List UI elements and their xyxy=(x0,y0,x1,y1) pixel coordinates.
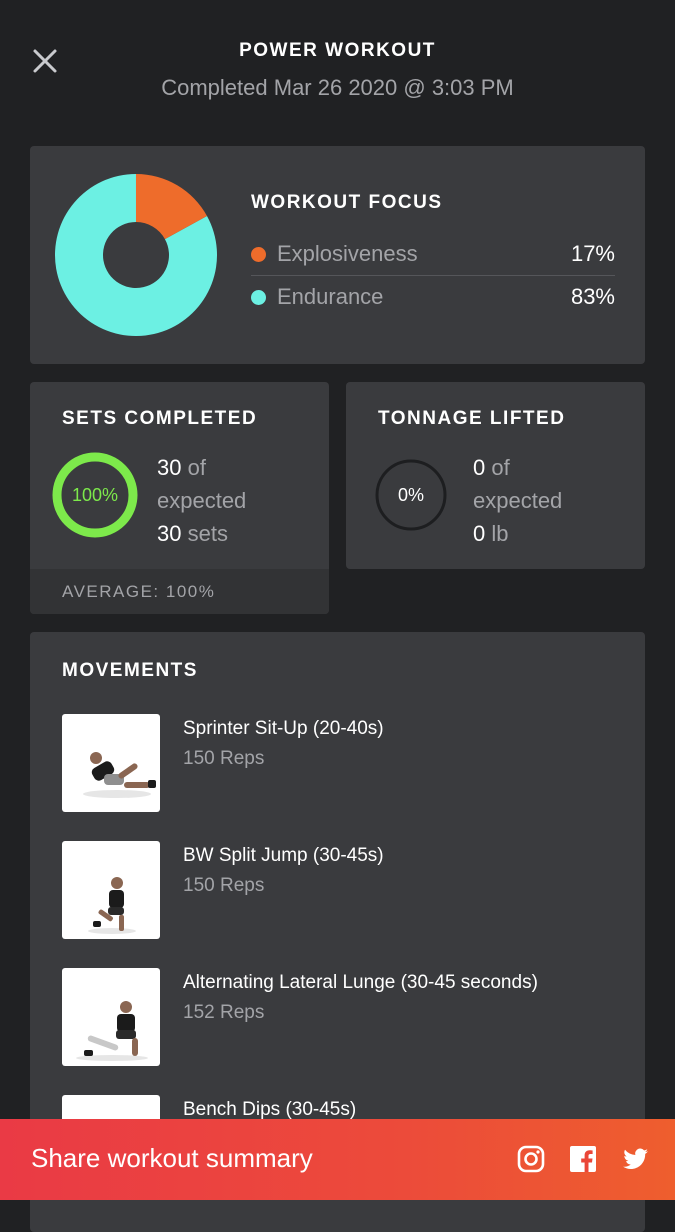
tonnage-total: 0 xyxy=(473,521,486,546)
sets-average: AVERAGE: 100% xyxy=(30,569,329,614)
facebook-icon[interactable] xyxy=(568,1144,598,1174)
sets-completed-heading: SETS COMPLETED xyxy=(62,408,258,429)
tonnage-expected: expected xyxy=(473,488,563,513)
page-title: POWER WORKOUT xyxy=(239,40,436,61)
focus-label-explosiveness: Explosiveness xyxy=(277,241,418,266)
movement-name: BW Split Jump (30-45s) xyxy=(183,845,384,866)
share-bar: Share workout summary xyxy=(0,1119,675,1200)
movement-thumbnail xyxy=(62,841,160,939)
movement-reps: 150 Reps xyxy=(183,748,265,769)
sets-count: 30 xyxy=(157,455,182,480)
sets-total: 30 xyxy=(157,521,182,546)
tonnage-unit: lb xyxy=(491,521,509,546)
sets-ring-label: 100% xyxy=(72,485,118,505)
movement-item[interactable]: BW Split Jump (30-45s) 150 Reps xyxy=(62,841,622,939)
instagram-icon[interactable] xyxy=(516,1144,546,1174)
movement-name: Sprinter Sit-Up (20-40s) xyxy=(183,718,384,739)
movement-item[interactable]: Alternating Lateral Lunge (30-45 seconds… xyxy=(62,968,622,1066)
movement-reps: 150 Reps xyxy=(183,875,265,896)
sets-progress-ring: 100% xyxy=(52,452,138,538)
focus-percent-endurance: 83% xyxy=(570,284,615,309)
sets-expected: expected xyxy=(157,488,247,513)
focus-row-explosiveness: Explosiveness 17% xyxy=(251,233,615,276)
movement-reps: 152 Reps xyxy=(183,1002,265,1023)
tonnage-ring-label: 0% xyxy=(398,485,424,505)
workout-focus-heading: WORKOUT FOCUS xyxy=(251,192,443,213)
tonnage-summary: 0 of expected 0 lb xyxy=(473,451,562,550)
legend-dot-explosiveness xyxy=(251,246,266,262)
focus-row-endurance: Endurance 83% xyxy=(251,276,615,318)
legend-dot-endurance xyxy=(251,289,266,305)
movement-name: Alternating Lateral Lunge (30-45 seconds… xyxy=(183,972,538,993)
tonnage-lifted-card: TONNAGE LIFTED 0% 0 of expected 0 lb xyxy=(346,382,645,569)
movement-item[interactable]: Sprinter Sit-Up (20-40s) 150 Reps xyxy=(62,714,622,812)
completed-timestamp: Completed Mar 26 2020 @ 3:03 PM xyxy=(161,75,514,100)
share-workout-summary-button[interactable]: Share workout summary xyxy=(31,1143,313,1174)
twitter-icon[interactable] xyxy=(620,1144,650,1174)
tonnage-lifted-heading: TONNAGE LIFTED xyxy=(378,408,566,429)
focus-percent-explosiveness: 17% xyxy=(570,241,615,266)
movements-heading: MOVEMENTS xyxy=(62,660,198,681)
focus-donut-chart xyxy=(55,174,217,336)
tonnage-progress-ring: 0% xyxy=(375,459,447,531)
focus-label-endurance: Endurance xyxy=(277,284,384,309)
movement-name: Bench Dips (30-45s) xyxy=(183,1099,357,1120)
sets-summary: 30 of expected 30 sets xyxy=(157,451,246,550)
sets-of: of xyxy=(187,455,206,480)
tonnage-of: of xyxy=(491,455,510,480)
tonnage-count: 0 xyxy=(473,455,486,480)
movement-thumbnail xyxy=(62,714,160,812)
movement-thumbnail xyxy=(62,968,160,1066)
sets-completed-card: SETS COMPLETED 100% 30 of expected 30 se… xyxy=(30,382,329,614)
sets-unit: sets xyxy=(187,521,228,546)
workout-focus-card: WORKOUT FOCUS Explosiveness 17% Enduranc… xyxy=(30,146,645,364)
